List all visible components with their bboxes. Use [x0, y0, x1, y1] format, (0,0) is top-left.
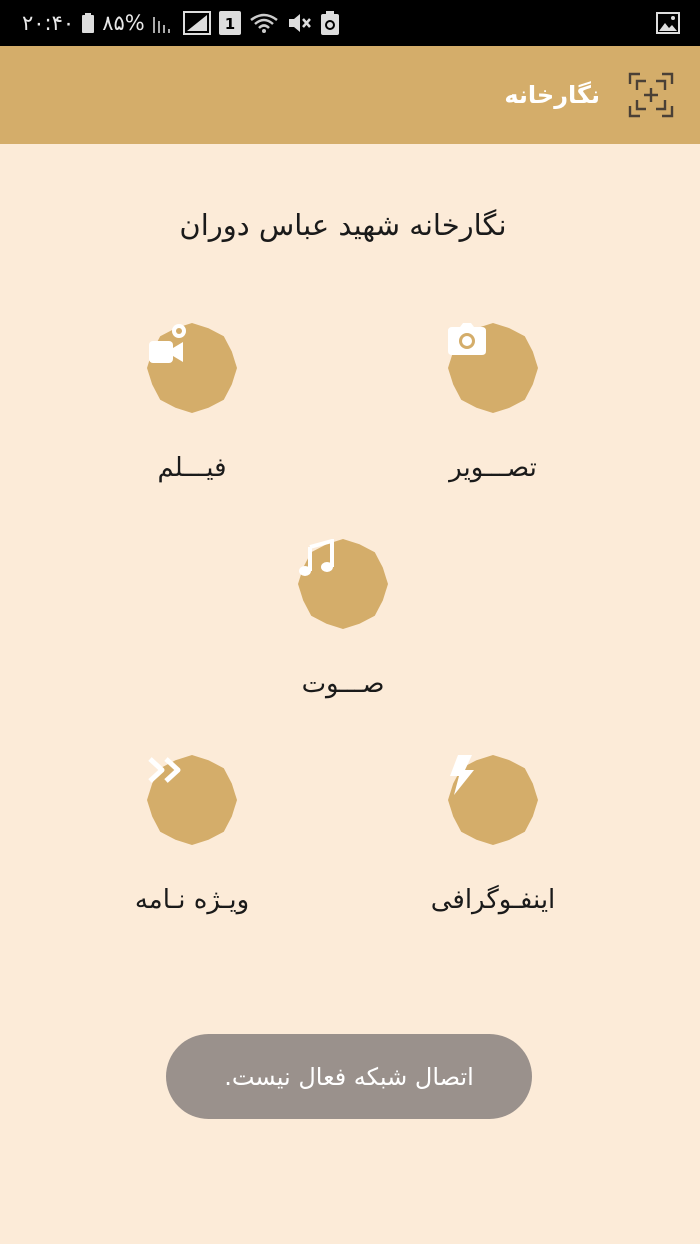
app-title: نگارخانه	[504, 81, 600, 109]
menu-item-label: تصـــویر	[449, 453, 537, 483]
lightning-icon	[448, 755, 538, 845]
sim-label: 1	[225, 15, 235, 33]
menu-item-label: اینفـوگرافی	[430, 885, 556, 915]
status-left: ۲۰:۴۰ ۸۵% 1	[22, 0, 339, 46]
menu-item-audio[interactable]: صـــوت	[243, 539, 443, 709]
status-time: ۲۰:۴۰	[22, 11, 75, 35]
signal-box-icon	[182, 11, 211, 35]
photos-badge	[448, 323, 538, 413]
signal-icon	[152, 13, 175, 33]
recycle-icon	[320, 11, 339, 35]
menu-item-label: ویـژه نـامه	[134, 885, 250, 915]
toast-message: اتصال شبکه فعال نیست.	[166, 1034, 532, 1119]
focus-frame-icon	[628, 72, 674, 118]
fast-forward-icon	[147, 755, 237, 845]
battery-icon	[82, 13, 95, 33]
special-issue-badge	[147, 755, 237, 845]
menu-item-special-issue[interactable]: ویـژه نـامه	[92, 755, 292, 925]
music-note-icon	[298, 539, 388, 629]
status-bar: ۲۰:۴۰ ۸۵% 1	[0, 0, 700, 46]
wifi-icon	[249, 12, 279, 34]
menu-item-film[interactable]: فیـــلم	[92, 323, 292, 493]
menu-item-photos[interactable]: تصـــویر	[393, 323, 593, 493]
sim-icon: 1	[218, 11, 241, 35]
menu-item-label: صـــوت	[301, 669, 385, 699]
status-right	[656, 0, 680, 46]
status-battery: ۸۵%	[102, 11, 145, 35]
infographic-badge	[448, 755, 538, 845]
camera-icon	[448, 323, 538, 413]
mute-icon	[287, 12, 313, 34]
app-bar: نگارخانه	[0, 46, 700, 144]
gallery-icon	[656, 12, 680, 34]
video-camera-icon	[147, 323, 237, 413]
menu-item-label: فیـــلم	[157, 453, 227, 483]
film-badge	[147, 323, 237, 413]
page-title: نگارخانه شهید عباس دوران	[179, 208, 507, 242]
menu-item-infographic[interactable]: اینفـوگرافی	[393, 755, 593, 925]
audio-badge	[298, 539, 388, 629]
